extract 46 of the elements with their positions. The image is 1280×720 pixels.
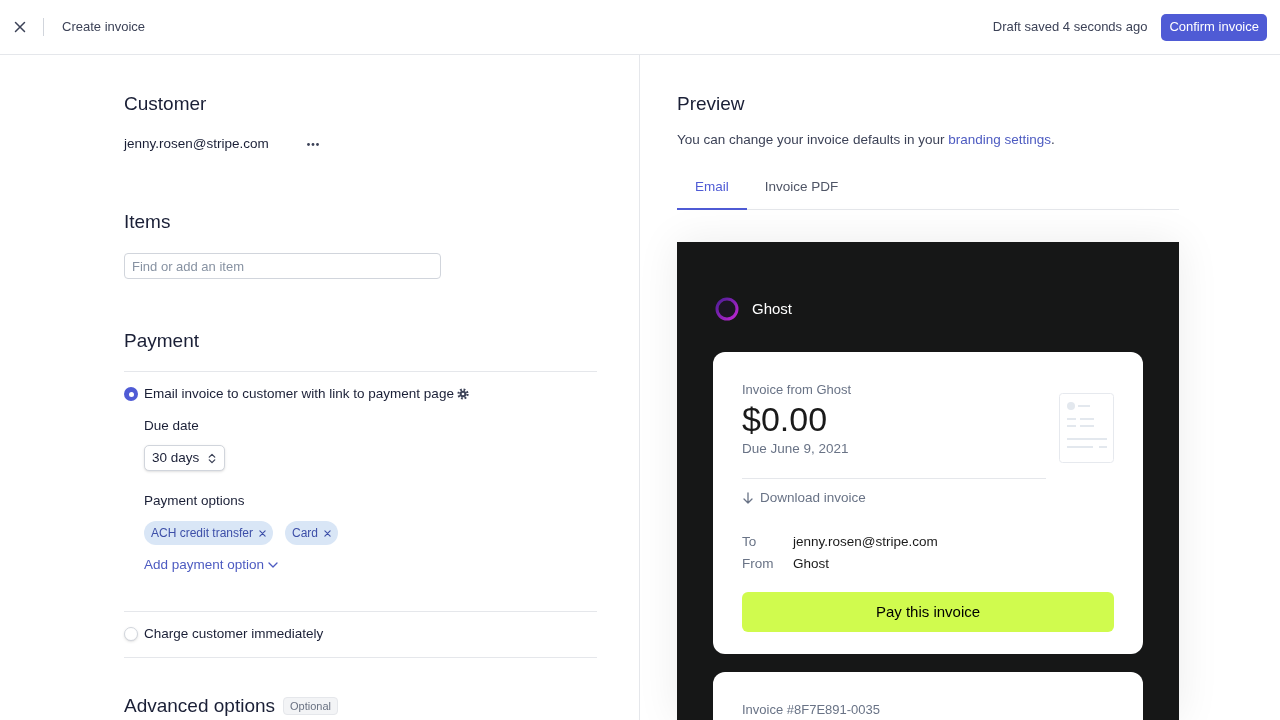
due-date-text: Due June 9, 2021 [742,440,850,458]
chevron-up-down-icon [208,452,217,464]
field-label: Due date [144,417,200,435]
section-heading: Advanced options [124,695,276,716]
invoice-defaults-note: You can change your invoice defaults in your branding settings. [677,131,1056,149]
download-arrow-icon [742,492,754,504]
download-invoice-link[interactable]: Download invoice [742,488,866,508]
field-label: From [742,555,775,573]
page-title: Create invoice [62,18,146,37]
section-heading: Items [124,210,172,234]
remove-icon[interactable] [324,529,332,537]
invoice-amount: $0.00 [742,399,829,439]
field-label: To [742,533,758,551]
payment-option-tag[interactable]: Card [285,521,339,545]
section-heading: Customer [124,92,208,116]
document-icon [1059,393,1114,463]
invoice-number: Invoice #8F7E891-0035 [742,701,882,719]
item-search-field[interactable]: Find or add an item [124,253,441,279]
chevron-down-icon [268,562,279,568]
section-heading: Payment [124,329,200,353]
payment-method-label: Email invoice to customer with link to payment page [144,385,454,403]
confirm-invoice-button[interactable]: Confirm invoice [1161,13,1267,41]
customer-email: jenny.rosen@stripe.com [124,135,269,153]
branding-settings-link[interactable]: branding settings [948,132,1051,147]
remove-icon[interactable] [259,529,267,537]
section-heading: Preview [677,92,746,116]
preview-tab[interactable]: Invoice PDF [746,177,857,210]
due-date-select[interactable]: 30 days [144,445,226,471]
payment-option-tag[interactable]: ACH credit transfer [144,521,274,545]
close-icon[interactable] [14,21,26,33]
optional-badge: Optional [283,696,339,715]
field-value: jenny.rosen@stripe.com [793,533,938,551]
field-label: Payment options [144,492,246,510]
preview-tab[interactable]: Email [677,177,747,210]
ring-logo-icon [715,297,739,321]
add-payment-option-link[interactable]: Add payment option [144,555,279,575]
invoice-title: Invoice from Ghost [742,381,852,399]
payment-method-label: Charge customer immediately [144,624,324,643]
brand-name: Ghost [752,298,793,319]
draft-status: Draft saved 4 seconds ago [992,18,1148,37]
pay-invoice-button[interactable]: Pay this invoice [742,592,1114,632]
field-value: Ghost [793,555,830,573]
radio-button[interactable] [124,626,138,641]
settings-icon[interactable] [456,388,469,400]
more-icon[interactable] [306,142,319,146]
radio-button[interactable] [124,387,138,401]
